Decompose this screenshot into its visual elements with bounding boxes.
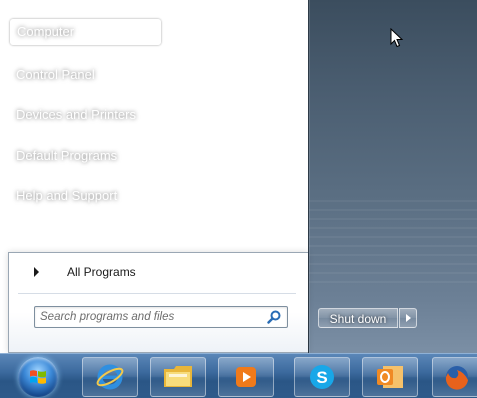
start-menu-item-devices-and-printers[interactable]: Devices and Printers: [10, 102, 161, 128]
svg-text:S: S: [316, 368, 327, 387]
internet-explorer-icon: [96, 364, 124, 390]
start-menu-item-help-and-support[interactable]: Help and Support: [10, 183, 161, 209]
divider: [18, 293, 296, 294]
shutdown-button[interactable]: Shut down: [318, 308, 398, 328]
start-button[interactable]: [18, 357, 58, 397]
taskbar-internet-explorer[interactable]: [82, 357, 138, 397]
search-box[interactable]: [34, 306, 288, 328]
shutdown-options-arrow-button[interactable]: [399, 308, 417, 328]
all-programs-arrow-icon[interactable]: [34, 267, 39, 277]
start-menu-item-control-panel[interactable]: Control Panel: [10, 62, 161, 88]
media-player-icon: [236, 367, 256, 387]
taskbar-outlook[interactable]: [362, 357, 418, 397]
search-input[interactable]: [40, 307, 260, 327]
taskbar-windows-explorer[interactable]: [150, 357, 206, 397]
start-menu-item-label: Help and Support: [16, 188, 118, 203]
start-menu-item-computer[interactable]: Computer: [10, 19, 161, 45]
taskbar-skype[interactable]: S: [294, 357, 350, 397]
desktop: Computer Control Panel Devices and Print…: [0, 0, 477, 398]
start-menu-item-label: Default Programs: [16, 148, 118, 163]
taskbar-media-player[interactable]: [218, 357, 274, 397]
start-menu-left-pane: [8, 252, 308, 353]
windows-logo-icon: [30, 370, 46, 384]
start-menu-item-default-programs[interactable]: Default Programs: [10, 143, 161, 169]
start-menu-item-label: Control Panel: [16, 67, 95, 82]
mouse-cursor-icon: [390, 28, 404, 48]
search-icon[interactable]: [267, 310, 281, 324]
windows-explorer-icon: [164, 366, 192, 387]
outlook-icon: [377, 366, 403, 388]
start-menu-item-label: Computer: [17, 24, 75, 39]
start-menu-right-pane: [308, 0, 477, 353]
all-programs-link[interactable]: All Programs: [67, 263, 136, 281]
start-menu-item-label: Devices and Printers: [16, 107, 136, 122]
taskbar-firefox[interactable]: [432, 357, 477, 397]
skype-icon: S: [310, 365, 334, 389]
firefox-icon: [445, 366, 468, 390]
